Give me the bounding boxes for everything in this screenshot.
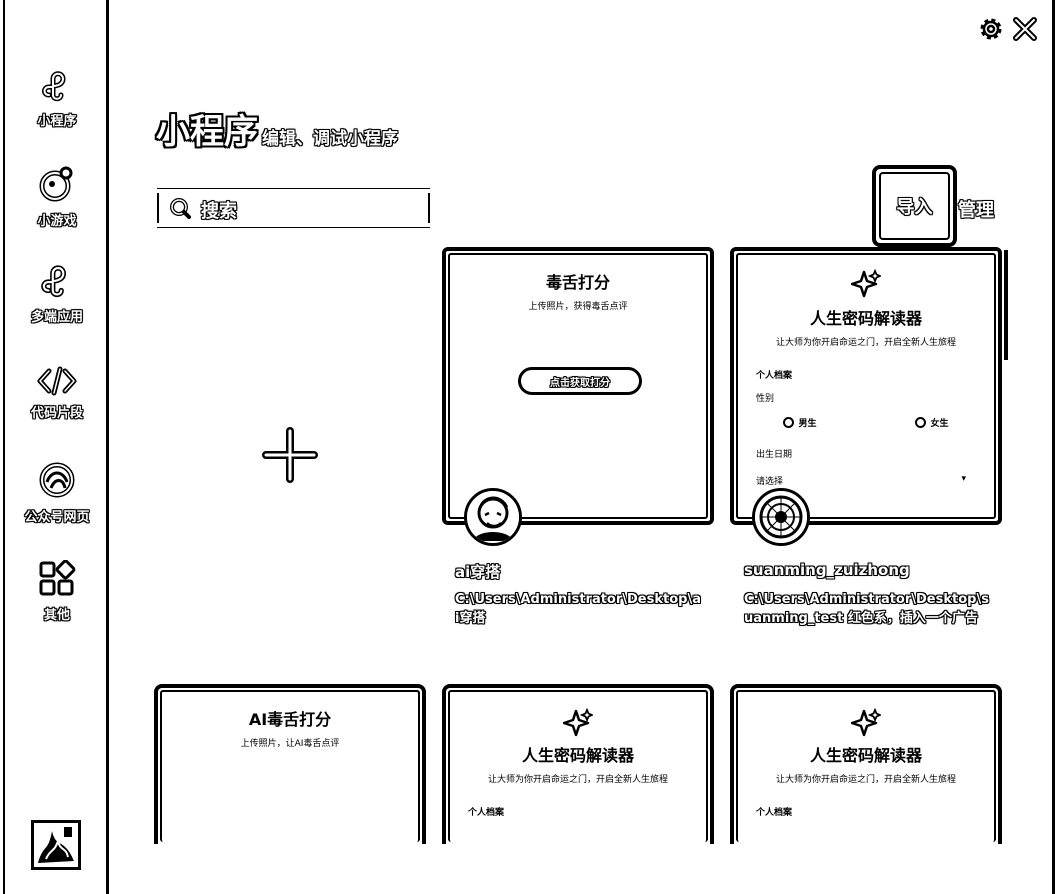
project-name: suanming_zuizhong — [744, 561, 910, 579]
import-button[interactable]: 导入 — [872, 165, 957, 247]
sidebar-item-code-snippets[interactable]: 代码片段 — [5, 366, 109, 421]
manage-button[interactable]: 管理 — [958, 196, 994, 222]
page-subtitle: 编辑、调试小程序 — [262, 129, 398, 149]
sidebar-item-minigame[interactable]: 小游戏 — [5, 164, 109, 229]
sidebar-item-other[interactable]: 其他 — [5, 560, 109, 623]
sidebar-item-label: 小游戏 — [37, 214, 77, 229]
project-avatar-image — [467, 491, 519, 543]
project-card[interactable]: AI毒舌打分 上传照片，让AI毒舌点评 — [154, 684, 426, 844]
page-title: 小程序 — [156, 112, 258, 152]
preview-action-label: 点击获取打分 — [550, 377, 610, 389]
create-project-button[interactable] — [155, 250, 425, 660]
preview-action-button: 点击获取打分 — [518, 367, 642, 395]
project-path: C:\Users\Administrator\Desktop\suanming_… — [744, 592, 989, 626]
project-name: ai穿搭 — [455, 563, 501, 581]
code-icon — [37, 366, 77, 396]
project-path: C:\Users\Administrator\Desktop\ai穿搭 — [455, 592, 701, 626]
project-card[interactable]: 毒舌打分 上传照片，获得毒舌点评 点击获取打分 — [442, 247, 714, 525]
multiplatform-icon — [41, 265, 66, 298]
miniprogram-icon — [42, 71, 66, 102]
card-border — [736, 253, 996, 519]
gear-icon — [980, 18, 1002, 40]
close-button[interactable] — [1012, 16, 1038, 42]
project-card[interactable]: 人生密码解读器 让大师为你开启命运之门，开启全新人生旅程 个人档案 性别 男生 … — [730, 247, 1002, 525]
project-avatar-image — [755, 491, 807, 543]
webpage-icon — [39, 462, 75, 498]
scrollbar[interactable] — [1004, 250, 1008, 360]
card-border — [448, 690, 708, 842]
sidebar-item-miniprogram[interactable]: 小程序 — [5, 68, 109, 129]
sidebar-item-label: 多端应用 — [30, 310, 83, 325]
import-button-label: 导入 — [896, 197, 933, 218]
card-border — [736, 690, 996, 842]
sidebar: 小程序 小游戏 多端应用 代码片段 公众号网页 其他 — [5, 0, 109, 894]
avatar-image — [34, 823, 78, 867]
page-header: 小程序 编辑、调试小程序 — [156, 112, 398, 152]
close-icon — [1013, 17, 1037, 41]
settings-button[interactable] — [978, 16, 1004, 42]
project-avatar — [464, 488, 522, 546]
search-icon — [170, 198, 191, 219]
sidebar-item-multiplatform[interactable]: 多端应用 — [5, 262, 109, 325]
search-box[interactable]: 搜索 — [157, 188, 430, 228]
project-card[interactable]: 人生密码解读器 让大师为你开启命运之门，开启全新人生旅程 个人档案 — [442, 684, 714, 844]
game-icon — [39, 166, 73, 202]
user-avatar[interactable] — [31, 820, 81, 870]
card-border — [160, 690, 420, 842]
plus-icon — [262, 427, 318, 483]
sidebar-item-label: 代码片段 — [30, 406, 83, 421]
sidebar-item-label: 公众号网页 — [24, 510, 90, 525]
sidebar-item-label: 其他 — [43, 608, 70, 623]
sidebar-item-official-account-web[interactable]: 公众号网页 — [5, 460, 109, 525]
grid-icon — [39, 560, 76, 596]
project-card[interactable]: 人生密码解读器 让大师为你开启命运之门，开启全新人生旅程 个人档案 — [730, 684, 1002, 844]
sidebar-item-label: 小程序 — [37, 114, 77, 129]
window-controls — [978, 16, 1038, 42]
search-input[interactable] — [197, 197, 417, 219]
project-avatar — [752, 488, 810, 546]
